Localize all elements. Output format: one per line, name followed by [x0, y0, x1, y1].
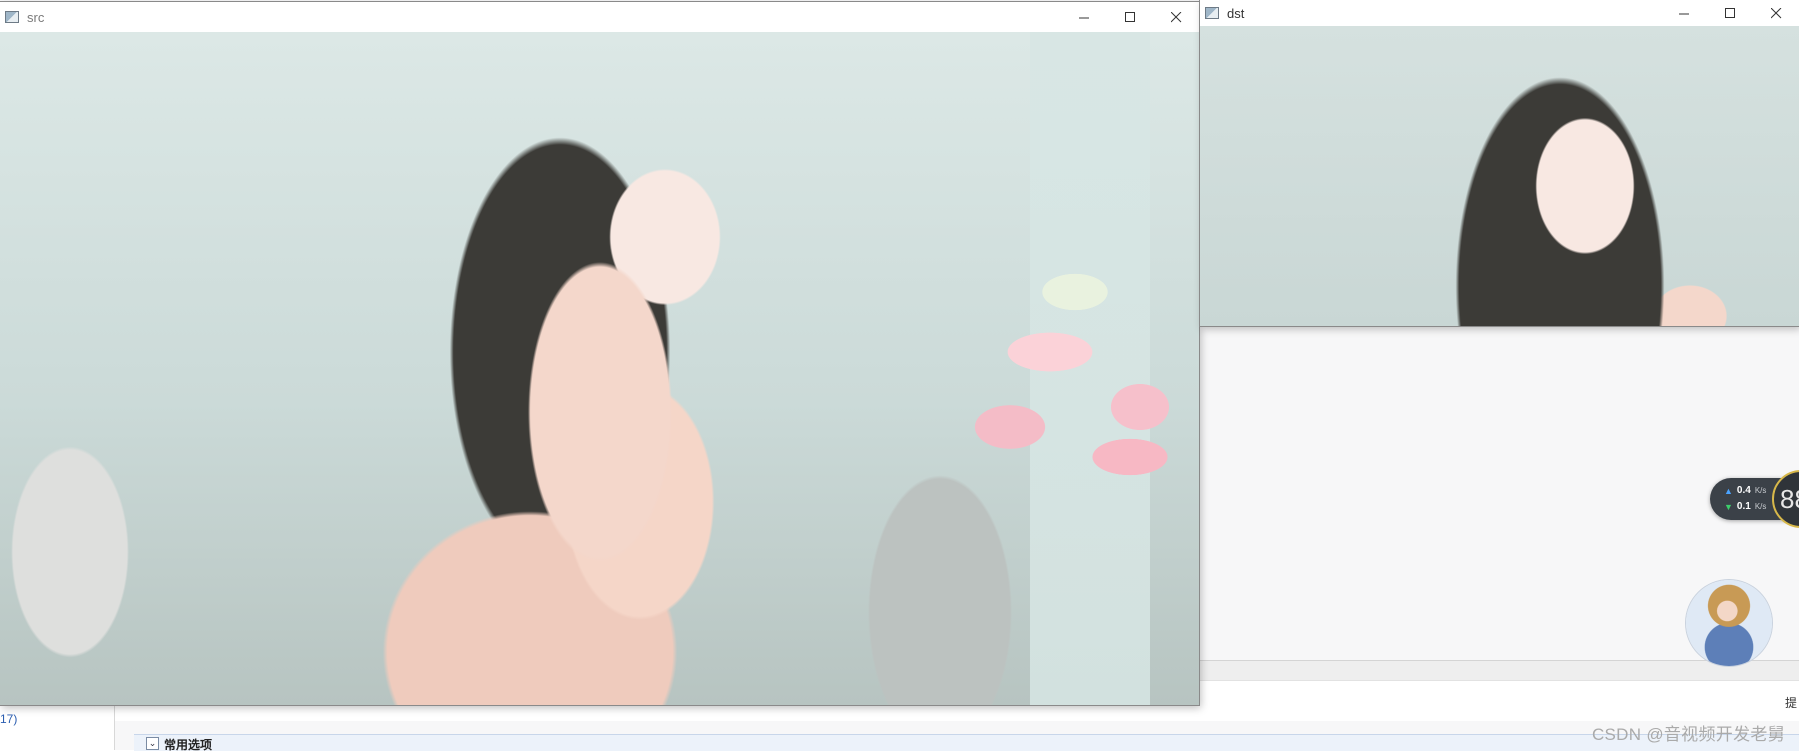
background-section-bar	[134, 734, 1799, 751]
dst-maximize-button[interactable]	[1707, 0, 1753, 26]
background-left-text: 17)	[0, 712, 18, 726]
download-arrow-icon: ▼	[1724, 501, 1733, 512]
dst-close-button[interactable]	[1753, 0, 1799, 26]
upload-arrow-icon: ▲	[1724, 485, 1733, 496]
upload-speed-row: ▲ 0.4 K/s	[1724, 485, 1766, 496]
src-image-canvas[interactable]	[0, 32, 1199, 705]
background-right-button[interactable]: 提	[1785, 694, 1799, 712]
minimize-icon	[1078, 17, 1089, 18]
download-speed-value: 0.1	[1736, 501, 1751, 512]
dst-window-titlebar[interactable]: dst	[1200, 0, 1799, 26]
upload-speed-value: 0.4	[1736, 485, 1751, 496]
floating-avatar[interactable]	[1686, 580, 1772, 666]
src-close-button[interactable]	[1153, 2, 1199, 32]
download-speed-row: ▼ 0.1 K/s	[1724, 501, 1766, 512]
close-icon	[1170, 11, 1181, 22]
watermark: CSDN @音视频开发老舅	[1591, 725, 1785, 744]
dst-window-title: dst	[1227, 5, 1245, 21]
dst-window[interactable]: dst	[1200, 0, 1799, 326]
upload-speed-unit: K/s	[1754, 486, 1767, 495]
dst-photo	[1200, 26, 1799, 326]
src-window[interactable]: src	[0, 2, 1199, 705]
download-speed-unit: K/s	[1754, 502, 1767, 511]
minimize-icon	[1678, 13, 1689, 14]
src-photo	[0, 32, 1199, 705]
close-icon	[1770, 7, 1781, 18]
src-maximize-button[interactable]	[1107, 2, 1153, 32]
src-minimize-button[interactable]	[1061, 2, 1107, 32]
section-label-common-options: 常用选项	[164, 738, 213, 752]
dst-image-canvas[interactable]	[1200, 26, 1799, 326]
collapse-toggle-icon[interactable]: ⌄	[146, 737, 159, 750]
src-window-titlebar[interactable]: src	[0, 2, 1199, 32]
maximize-icon	[1124, 11, 1135, 22]
opencv-window-icon	[5, 11, 19, 23]
dst-minimize-button[interactable]	[1661, 0, 1707, 26]
src-window-title: src	[27, 9, 45, 25]
maximize-icon	[1724, 7, 1735, 18]
opencv-window-icon	[1205, 7, 1219, 19]
